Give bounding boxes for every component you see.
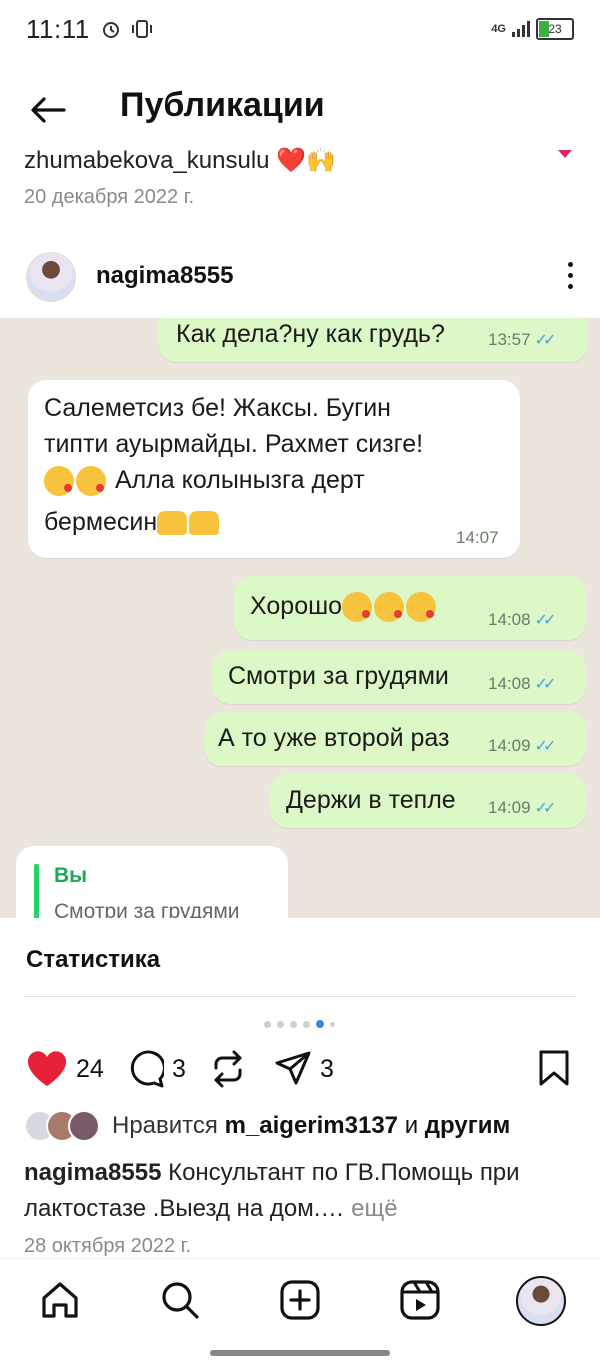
chat-message-text: типти ауырмайды. Рахмет сизге! [44,430,424,458]
kiss-emoji-icon [76,466,106,497]
repost-group [210,1050,246,1088]
read-ticks-icon: ✓✓ [534,676,557,693]
post-image[interactable]: Как дела?ну как грудь? 13:57 ✓✓ Салеметси… [0,318,600,918]
divider [24,996,576,997]
chat-message-in: Салеметсиз бе! Жаксы. Бугин типти ауырма… [28,380,520,558]
chat-message-text: Держи в тепле [286,786,456,814]
chat-quote-bubble: Вы Смотри за грудями [16,846,288,918]
liked-by[interactable]: Нравится m_aigerim3137 и другим [24,1110,510,1142]
read-ticks-icon: ✓✓ [534,612,557,629]
chat-message-text: бермесин [44,508,158,536]
shares-count: 3 [320,1054,334,1083]
raised-hands-emoji-icon [189,511,220,536]
chat-message-time: 14:08 [488,610,531,629]
more-options-icon[interactable] [566,262,574,289]
chat-message-time: 13:57 [488,330,531,349]
back-arrow-icon[interactable] [28,90,68,130]
kiss-emoji-icon [374,592,405,623]
profile-icon[interactable] [516,1276,566,1326]
home-icon[interactable] [38,1278,82,1322]
read-ticks-icon: ✓✓ [534,332,557,349]
liked-by-prefix: Нравится [112,1112,218,1139]
chat-message-text: Салеметсиз бе! Жаксы. Бугин [44,394,391,422]
previous-post-username[interactable]: zhumabekova_kunsulu ❤️🙌 [24,146,336,175]
previous-post-date: 20 декабря 2022 г. [24,186,195,208]
chat-message-text: А то уже второй раз [218,724,450,752]
likes-count: 24 [76,1054,104,1083]
chat-message-time: 14:09 [488,798,531,817]
chat-message-time: 14:07 [456,528,499,547]
status-icons [100,18,154,40]
read-ticks-icon: ✓✓ [534,738,557,755]
liked-by-others[interactable]: другим [425,1112,510,1140]
signal-icon [512,21,530,37]
chat-message-text: Как дела?ну как грудь? [176,320,445,348]
send-icon[interactable] [274,1050,312,1088]
chat-message-text: Алла колынызга дерт [114,466,365,494]
reels-icon[interactable] [398,1278,442,1322]
post-username[interactable]: nagima8555 [96,262,233,290]
page-title: Публикации [120,86,325,124]
chat-message-out: А то уже второй раз 14:09 ✓✓ [204,712,586,766]
chat-message-text: Хорошо [250,592,343,620]
search-icon[interactable] [158,1278,202,1322]
chat-message-out: Хорошо 14:08 ✓✓ [234,576,586,640]
carousel-indicator [264,1020,335,1028]
comment-group: 3 [126,1050,186,1088]
status-time: 11:11 [26,14,90,44]
home-indicator[interactable] [210,1350,390,1356]
chat-message-out: Держи в тепле 14:09 ✓✓ [270,774,586,828]
alarm-icon [103,22,119,38]
liked-by-joiner: и [404,1112,419,1139]
comments-count: 3 [172,1054,186,1083]
previous-post-caret-icon [558,150,572,158]
like-group: 24 [26,1050,104,1088]
chat-message-text: Смотри за грудями [228,662,449,690]
chat-quote-text: Смотри за грудями [54,900,240,918]
chat-quote-author: Вы [54,864,88,887]
post-caption: nagima8555 Консультант по ГВ.Помощь при … [24,1155,584,1227]
status-right: 4G 23 [491,18,574,40]
chat-message-out: Как дела?ну как грудь? 13:57 ✓✓ [158,318,588,362]
post-date: 28 октября 2022 г. [24,1235,192,1257]
chat-message-out: Смотри за грудями 14:08 ✓✓ [212,650,586,704]
kiss-emoji-icon [44,466,74,497]
caption-username[interactable]: nagima8555 [24,1159,161,1186]
bookmark-icon[interactable] [538,1050,570,1086]
read-ticks-icon: ✓✓ [534,800,557,817]
kiss-emoji-icon [342,592,373,623]
liked-by-user[interactable]: m_aigerim3137 [225,1112,398,1140]
network-label: 4G [491,23,506,35]
liker-avatar [68,1110,100,1142]
comment-icon[interactable] [126,1050,164,1088]
create-icon[interactable] [278,1278,322,1322]
raised-hands-emoji-icon [157,511,188,536]
share-group: 3 [274,1050,334,1088]
statistics-link[interactable]: Статистика [26,946,160,974]
chat-message-time: 14:09 [488,736,531,755]
post-avatar[interactable] [26,252,76,302]
chat-message-time: 14:08 [488,674,531,693]
repost-icon[interactable] [210,1050,246,1088]
kiss-emoji-icon [406,592,437,623]
heart-icon[interactable] [26,1050,68,1088]
vibrate-icon [132,20,152,38]
caption-more-link[interactable]: ещё [351,1195,397,1222]
nav-divider [0,1258,600,1259]
battery-icon: 23 [536,18,574,40]
